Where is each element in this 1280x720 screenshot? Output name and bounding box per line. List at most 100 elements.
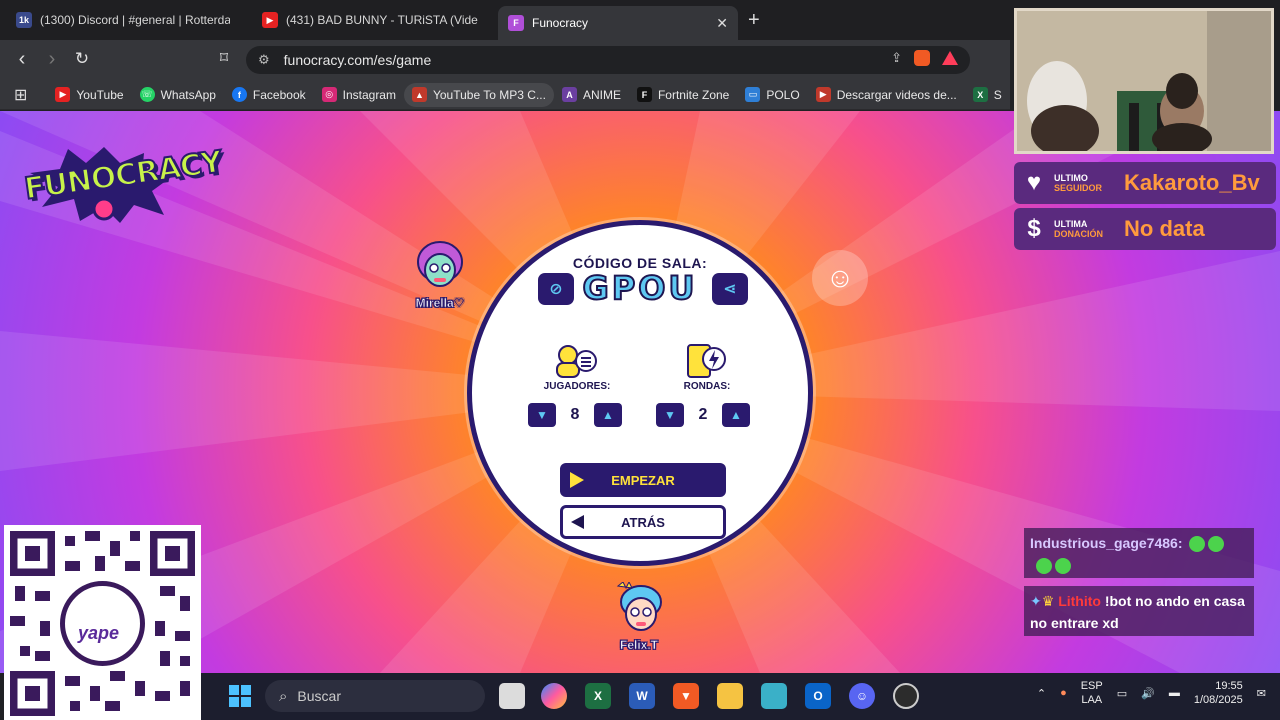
taskbar-search[interactable]: ⌕ Buscar <box>265 680 485 712</box>
rounds-stepper: ▼ 2 ▲ <box>656 403 750 427</box>
file-explorer-icon[interactable] <box>717 683 743 709</box>
tab-discord[interactable]: 1k (1300) Discord | #general | Rotterdam <box>6 6 240 34</box>
brave-browser-icon[interactable]: ▼ <box>673 683 699 709</box>
excel-icon[interactable]: X <box>585 683 611 709</box>
emote-icon <box>1036 558 1052 575</box>
dollar-icon: $ <box>1027 215 1041 242</box>
rounds-decrease-button[interactable]: ▼ <box>656 403 684 427</box>
share-icon[interactable]: ⇪ <box>891 50 902 66</box>
donation-caption: ULTIMA DONACIÓN <box>1054 219 1118 239</box>
boy-avatar-icon <box>616 580 662 631</box>
youtube-icon: ▶ <box>55 87 71 102</box>
rounds-label: RONDAS: <box>683 381 731 392</box>
windows-start-icon[interactable] <box>229 685 251 707</box>
bookmark-instagram[interactable]: ◎ Instagram <box>314 83 404 107</box>
back-button[interactable]: ATRÁS <box>560 505 726 539</box>
rounds-icon <box>684 343 730 379</box>
reload-icon[interactable]: ↻ <box>70 48 94 72</box>
girl-avatar-icon <box>417 241 463 287</box>
back-icon[interactable]: ‹ <box>10 48 34 72</box>
tab-label: (1300) Discord | #general | Rotterdam <box>40 13 230 27</box>
anime-icon: A <box>561 87 577 102</box>
rounds-increase-button[interactable]: ▲ <box>722 403 750 427</box>
share-icon: ⋖ <box>723 281 737 298</box>
hide-code-button[interactable]: ⊘ <box>538 273 574 305</box>
language-indicator[interactable]: ESP LAA <box>1081 679 1103 707</box>
language-code: ESP <box>1080 680 1103 692</box>
heart-icon: ♥ <box>1026 169 1042 196</box>
discord-icon[interactable]: ☺ <box>849 683 875 709</box>
battery-icon[interactable]: ▬ <box>1169 687 1180 699</box>
bookmark-anime[interactable]: A ANIME <box>554 83 629 107</box>
bookmark-excel[interactable]: XS <box>965 83 1010 107</box>
start-label: EMPEZAR <box>611 472 675 488</box>
video-icon: ▶ <box>815 87 831 102</box>
new-tab-button[interactable]: + <box>748 9 760 32</box>
search-placeholder: Buscar <box>297 688 341 704</box>
bookmark-polo[interactable]: ▭ POLO <box>737 83 807 107</box>
obs-icon[interactable] <box>893 683 919 709</box>
bookmark-label: Fortnite Zone <box>657 87 730 102</box>
close-tab-icon[interactable]: ✕ <box>716 15 728 32</box>
brave-shield-icon[interactable] <box>914 50 930 66</box>
outlook-icon[interactable]: O <box>805 683 831 709</box>
bookmark-label: S <box>993 87 1002 102</box>
url-text: funocracy.com/es/game <box>283 52 432 68</box>
address-bar[interactable]: ⚙ funocracy.com/es/game ⇪ <box>246 46 970 74</box>
crown-icon <box>616 580 633 590</box>
apps-grid-icon[interactable]: ⊞ <box>14 85 27 105</box>
bookmark-label: ANIME <box>582 87 621 102</box>
rounds-config: RONDAS: <box>652 343 762 392</box>
fortnite-icon: F <box>636 87 652 102</box>
chat-username: Industrious_gage7486: <box>1030 535 1183 551</box>
bookmark-descargar-videos[interactable]: ▶ Descargar videos de... <box>808 83 965 107</box>
bookmark-youtube[interactable]: ▶ YouTube <box>47 83 131 107</box>
back-arrow-icon <box>571 515 584 529</box>
site-settings-icon[interactable]: ⚙ <box>258 52 270 68</box>
sword-badge-icon: ✦ <box>1030 593 1042 609</box>
players-icon <box>554 343 600 379</box>
chat-username: Lithito <box>1058 593 1101 609</box>
bookmark-label: YouTube <box>76 87 124 102</box>
bookmark-label: YouTube To MP3 C... <box>432 87 546 102</box>
back-label: ATRÁS <box>621 514 665 530</box>
tab-youtube[interactable]: ▶ (431) BAD BUNNY - TURiSTA (Video O <box>252 6 488 34</box>
system-tray: ⌃ ● ESP LAA ▭ 🔊 ▬ 19:55 1/08/2025 ✉ <box>1037 679 1266 707</box>
funocracy-logo: FUNOCRACY <box>21 144 225 225</box>
bookmark-whatsapp[interactable]: ☏ WhatsApp <box>132 83 224 107</box>
emote-icon <box>1208 536 1225 553</box>
notifications-icon[interactable]: ✉ <box>1257 687 1266 700</box>
players-increase-button[interactable]: ▲ <box>594 403 622 427</box>
forward-icon[interactable]: › <box>40 48 64 72</box>
room-code: GPOU <box>582 268 698 308</box>
monitor-app-icon[interactable] <box>761 683 787 709</box>
microphone-icon[interactable]: ● <box>1060 687 1067 699</box>
windows-taskbar: ⌕ Buscar X W ▼ O ☺ ⌃ ● ESP LAA ▭ 🔊 ▬ 19:… <box>201 673 1280 720</box>
add-player-button[interactable]: ☺ <box>812 250 868 306</box>
brave-rewards-icon[interactable] <box>942 51 958 65</box>
emote-icon <box>1055 558 1071 575</box>
add-user-icon: ☺ <box>825 262 855 293</box>
bookmark-icon[interactable]: ⌑ <box>212 48 236 72</box>
bookmark-fortnite-zone[interactable]: F Fortnite Zone <box>629 83 737 107</box>
system-clock[interactable]: 19:55 1/08/2025 <box>1194 679 1243 707</box>
volume-icon[interactable]: 🔊 <box>1141 687 1155 700</box>
show-hidden-icons-icon[interactable]: ⌃ <box>1037 687 1046 700</box>
webcam-overlay <box>1014 8 1274 154</box>
task-view-icon[interactable] <box>499 683 525 709</box>
share-code-button[interactable]: ⋖ <box>712 273 748 305</box>
bookmark-facebook[interactable]: f Facebook <box>224 83 314 107</box>
funocracy-icon: F <box>508 15 524 31</box>
bookmark-youtube-to-mp3[interactable]: ▲ YouTube To MP3 C... <box>403 82 554 107</box>
network-icon[interactable]: ▭ <box>1117 687 1127 700</box>
start-button[interactable]: EMPEZAR <box>560 463 726 497</box>
bookmark-label: Descargar videos de... <box>836 87 957 102</box>
bookmark-label: WhatsApp <box>160 87 216 102</box>
search-icon: ⌕ <box>279 687 288 705</box>
players-decrease-button[interactable]: ▼ <box>528 403 556 427</box>
tab-label: (431) BAD BUNNY - TURiSTA (Video O <box>286 13 478 27</box>
copilot-icon[interactable] <box>541 683 567 709</box>
word-icon[interactable]: W <box>629 683 655 709</box>
bookmarks-bar: ⊞ ▶ YouTube ☏ WhatsApp f Facebook ◎ Instagra… <box>0 80 1010 110</box>
tab-funocracy[interactable]: F Funocracy ✕ <box>498 6 738 40</box>
